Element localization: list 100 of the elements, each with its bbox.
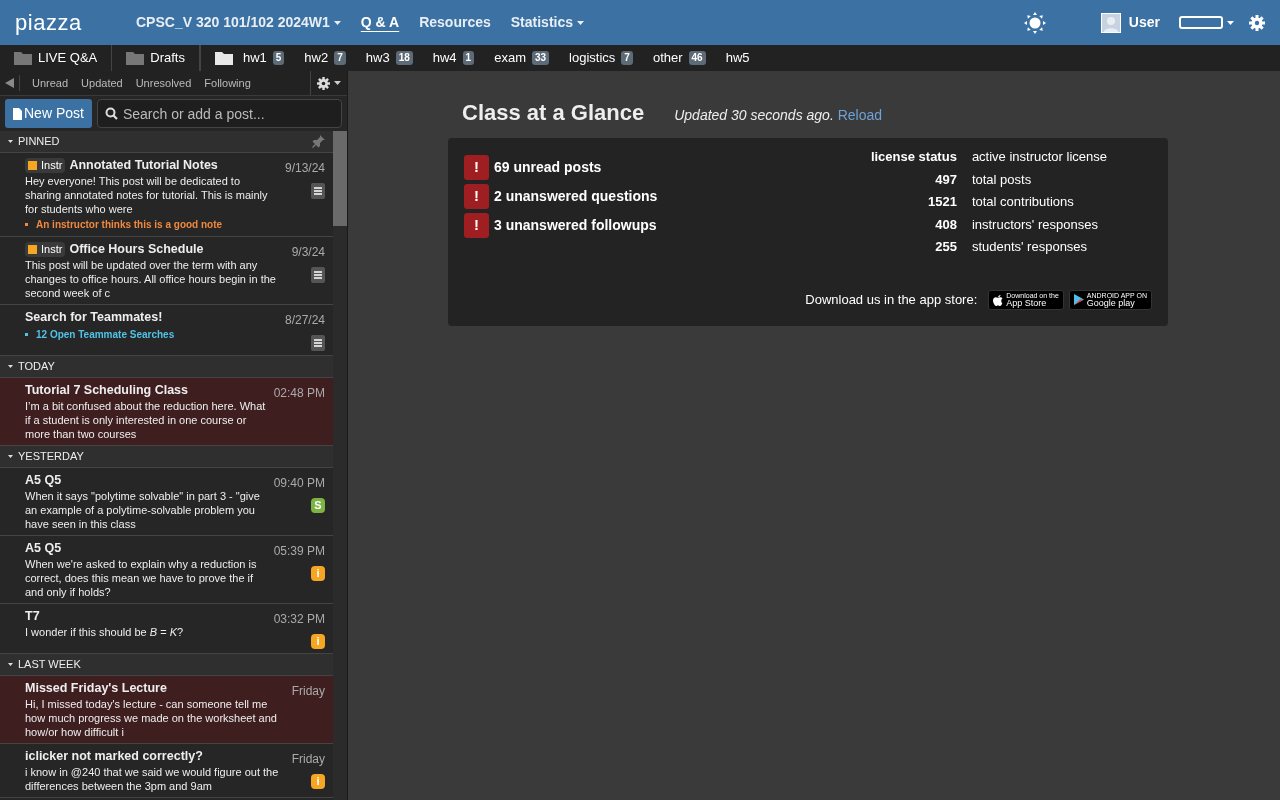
post-title: A5 Q5 [25,472,62,490]
caret-icon [8,365,13,368]
group-header[interactable]: PINNED [0,131,333,153]
stat-label: total posts [971,170,1033,189]
post-title: Office Hours Schedule [69,241,204,259]
user-name[interactable]: User [1128,12,1160,33]
settings-icon [317,76,330,90]
status-badge: S [311,498,325,513]
post-title: T7 [25,608,40,626]
post-date: 8/27/24 [284,312,325,329]
instructor-tag: Instr [25,242,66,257]
pin-icon [312,135,325,148]
stat-value: 408 [934,215,957,234]
count-badge: 7 [334,51,346,65]
store-name: App Store [1006,298,1048,308]
search-icon [104,107,118,120]
count-badge: 7 [621,51,633,65]
post-note: An instructor thinks this is a good note [36,218,223,232]
list-icon [311,267,325,283]
post-title: Missed Friday's Lecture [25,680,167,698]
alert-text: 3 unanswered followups [494,216,657,235]
list-icon [311,183,325,199]
stat-label: active instructor license [971,148,1107,166]
caret-icon [8,455,13,458]
folder-icon [14,51,32,65]
page-title: Class at a Glance [462,99,645,127]
caret-icon [8,663,13,666]
post-item[interactable]: Missed Friday's Lecture Hi, I missed today's lecture - can someone tell me how much progress we made on the worksheet and how/or how difficult i Friday [0,676,333,744]
stat-label: total contributions [971,193,1075,211]
sun-icon[interactable] [1023,11,1046,34]
new-post-button[interactable]: New Post [5,99,92,128]
updated-text: Updated 30 seconds ago. [674,107,834,123]
reload-link[interactable]: Reload [837,107,883,123]
post-snippet: This post will be updated over the term with any changes to office hours. All office hours begin in the second week of c [25,258,277,300]
count-badge: 5 [272,51,285,65]
count-badge: 1 [462,51,475,65]
post-note: 12 Open Teammate Searches [36,328,175,342]
group-header[interactable]: LAST WEEK [0,654,333,676]
stat-label: instructors' responses [971,215,1099,234]
post-snippet: I’m a bit confused about the reduction here. What if a student is only interested in one course or more than two courses [25,399,266,441]
play-icon [1073,294,1084,305]
folder-tab[interactable]: hw2 7 [294,45,356,71]
folder-tab[interactable]: other 46 [642,45,716,71]
nav-link[interactable]: Q & A [360,12,400,33]
folder-tab[interactable]: logistics 7 [559,45,643,71]
post-date: 05:39 PM [273,543,325,560]
download-text: Download us in the app store: [805,290,978,309]
status-badge: i [311,566,325,581]
account-dropdown[interactable] [1179,16,1234,29]
post-date: 9/13/24 [284,160,325,177]
stat-value: 497 [934,170,957,189]
search-field[interactable]: Search or add a post... [96,99,342,128]
logo[interactable]: piazza [15,6,121,39]
group-header[interactable]: TODAY [0,356,333,378]
post-item[interactable]: Tutorial 7 Scheduling Class I’m a bit confused about the reduction here. What if a student is only interested in one course or more than two courses 02:48 PM [0,378,333,446]
stat-value: 1521 [926,193,957,211]
folder-tab[interactable]: hw4 1 [422,45,485,71]
post-title: Tutorial 7 Scheduling Class [25,382,188,400]
folder-tab[interactable]: hw5 [715,45,760,71]
folder-tab[interactable]: hw1 5 [232,45,295,71]
status-badge: i [311,774,325,789]
alert-icon: ! [464,155,489,180]
caret-icon [8,140,13,143]
alert-icon: ! [464,184,489,209]
count-badge: 46 [688,51,706,65]
post-snippet: Hi, I missed today's lecture - can someone tell me how much progress we made on the worksheet and how/or how difficult i [25,697,278,739]
post-date: 9/3/24 [291,244,325,261]
caret-icon [334,81,341,85]
store-name: Google play [1086,298,1136,308]
folder-tab[interactable]: hw3 18 [355,45,423,71]
post-snippet: I wonder if this should be B = K? [25,625,185,639]
group-header[interactable]: YESTERDAY [0,446,333,468]
avatar-icon[interactable] [1100,12,1121,33]
post-snippet: When we're asked to explain why a reduction is correct, does this mean we have to prove the if and only if holds? [25,557,258,599]
status-badge: i [311,634,325,649]
nav-link[interactable]: Resources [419,12,491,33]
caret-icon [1227,20,1234,25]
nav-link[interactable]: CPSC_V 320 101/102 2024W1 [136,12,341,33]
alert-icon: ! [464,213,489,238]
filter-link[interactable]: Following [204,74,251,92]
caret-icon [333,20,341,25]
stat-label: students' responses [971,238,1089,256]
nav-link[interactable]: Statistics [510,12,585,33]
count-badge: 33 [531,51,550,65]
alert-text: 69 unread posts [494,158,602,177]
post-date: 09:40 PM [273,475,325,492]
stat-value: license status [870,148,957,166]
filter-link[interactable]: Unread [32,74,69,92]
apple-icon [993,293,1004,306]
post-date: 02:48 PM [273,385,325,402]
settings-icon[interactable] [1249,14,1265,31]
bullet-icon [25,333,28,336]
scrollbar-thumb[interactable] [333,131,347,226]
folder-tab[interactable]: exam 33 [484,45,560,71]
list-icon [311,335,325,351]
post-date: Friday [291,683,325,700]
filter-link[interactable]: Unresolved [135,74,192,92]
collapse-icon[interactable] [5,78,14,88]
filter-link[interactable]: Updated [81,74,123,92]
post-date: 03:32 PM [273,611,325,628]
